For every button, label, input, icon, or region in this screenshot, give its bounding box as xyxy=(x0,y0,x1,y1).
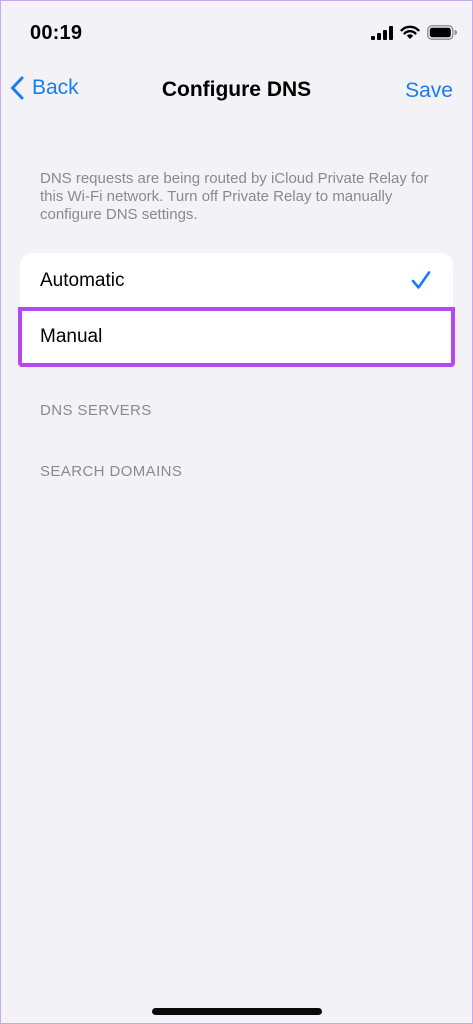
cellular-signal-icon xyxy=(371,25,393,40)
status-bar: 00:19 xyxy=(0,0,473,66)
status-time: 00:19 xyxy=(30,22,83,44)
wifi-icon xyxy=(400,25,420,39)
section-header-dns-servers: DNS SERVERS xyxy=(40,402,152,419)
save-button[interactable]: Save xyxy=(405,79,453,103)
private-relay-info: DNS requests are being routed by iCloud … xyxy=(40,170,429,223)
option-manual-label: Manual xyxy=(40,326,103,347)
screenshot-frame xyxy=(0,0,473,1024)
checkmark-icon xyxy=(411,271,431,289)
status-icons xyxy=(371,25,457,40)
navigation-bar: Back Configure DNS Save xyxy=(0,66,473,118)
page-title: Configure DNS xyxy=(161,78,312,101)
dns-mode-options: Automatic Manual xyxy=(18,253,455,367)
option-automatic[interactable]: Automatic xyxy=(20,253,453,309)
option-manual[interactable]: Manual xyxy=(18,307,455,367)
battery-icon xyxy=(427,25,457,40)
home-indicator[interactable] xyxy=(152,1008,322,1015)
section-header-search-domains: SEARCH DOMAINS xyxy=(40,463,183,480)
option-automatic-label: Automatic xyxy=(40,269,125,291)
